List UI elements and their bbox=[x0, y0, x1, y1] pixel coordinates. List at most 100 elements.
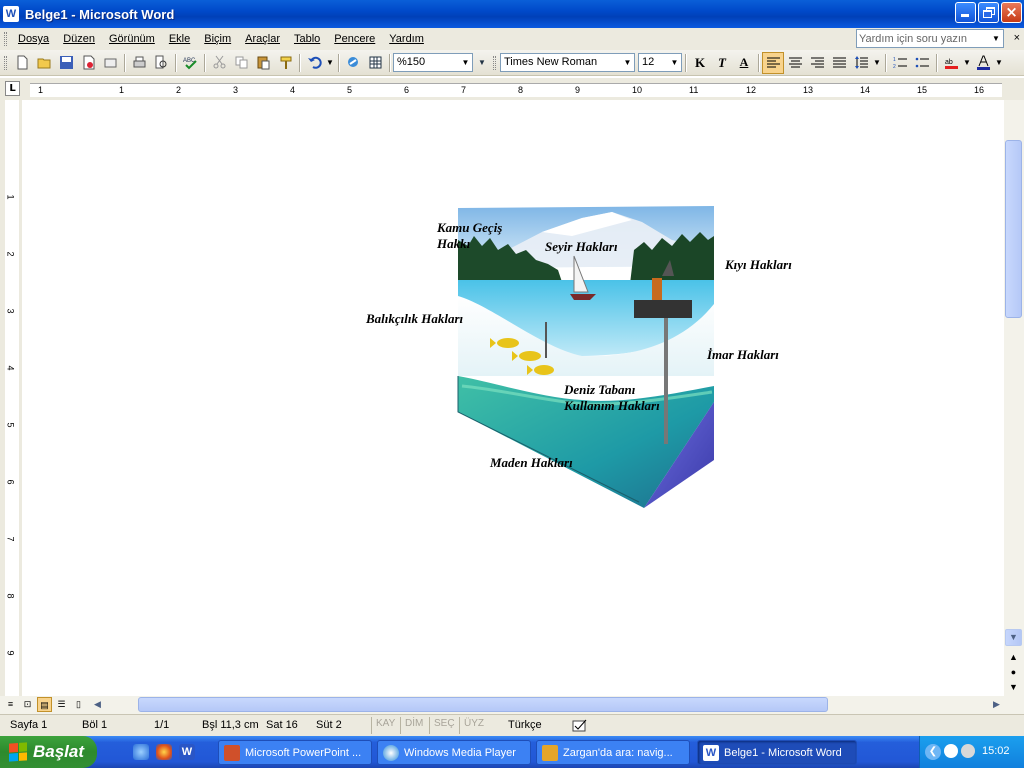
chevron-down-icon[interactable]: ▼ bbox=[621, 54, 634, 71]
toolbar-grip[interactable] bbox=[4, 55, 7, 70]
font-color-button[interactable] bbox=[972, 52, 994, 74]
menu-bar: Dosya Düzen Görünüm Ekle Biçim Araçlar T… bbox=[0, 28, 1024, 50]
scroll-left-button[interactable]: ◀ bbox=[90, 697, 105, 712]
sea-rights-diagram bbox=[457, 206, 714, 508]
minimize-button[interactable] bbox=[955, 2, 976, 23]
zoom-select[interactable]: %150 ▼ bbox=[393, 53, 473, 72]
scroll-right-button[interactable]: ▶ bbox=[989, 697, 1004, 712]
new-document-button[interactable] bbox=[11, 52, 33, 74]
font-name-select[interactable]: Times New Roman ▼ bbox=[500, 53, 635, 72]
paste-button[interactable] bbox=[252, 52, 274, 74]
tab-selector-icon[interactable]: L bbox=[5, 81, 20, 96]
antivirus-icon[interactable] bbox=[944, 744, 958, 758]
bold-button[interactable]: K bbox=[689, 52, 711, 74]
align-center-button[interactable] bbox=[784, 52, 806, 74]
insert-table-button[interactable] bbox=[364, 52, 386, 74]
horizontal-scrollbar[interactable]: ≡ ⊡ ▤ ☰ ▯ ◀ ▶ bbox=[0, 696, 1024, 714]
show-desktop-icon[interactable] bbox=[133, 744, 149, 760]
permission-button[interactable] bbox=[77, 52, 99, 74]
align-left-button[interactable] bbox=[762, 51, 784, 74]
menu-gorunum[interactable]: Görünüm bbox=[102, 33, 162, 45]
menu-grip[interactable] bbox=[4, 32, 7, 46]
vertical-scrollbar[interactable]: ▼ ▲ ● ▼ bbox=[1004, 100, 1024, 696]
menu-dosya[interactable]: Dosya bbox=[11, 33, 56, 45]
menu-yardim[interactable]: Yardım bbox=[382, 33, 431, 45]
ruler-tick-label: 5 bbox=[347, 85, 353, 95]
browser-icon[interactable] bbox=[156, 744, 172, 760]
task-media-player[interactable]: Windows Media Player bbox=[377, 740, 531, 765]
close-document-icon[interactable]: × bbox=[1014, 32, 1020, 44]
volume-icon[interactable] bbox=[961, 744, 975, 758]
spelling-button[interactable]: ABC bbox=[179, 52, 201, 74]
web-layout-view-icon[interactable]: ⊡ bbox=[20, 697, 35, 712]
menu-bicim[interactable]: Biçim bbox=[197, 33, 238, 45]
highlight-dropdown[interactable]: ▼ bbox=[962, 52, 972, 74]
label-imar: İmar Hakları bbox=[707, 347, 779, 362]
vertical-ruler-bar[interactable]: 1 2 3 4 5 6 7 8 9 bbox=[5, 100, 19, 696]
open-button[interactable] bbox=[33, 52, 55, 74]
format-painter-button[interactable] bbox=[274, 52, 296, 74]
restore-button[interactable] bbox=[978, 2, 999, 23]
chevron-down-icon[interactable]: ▼ bbox=[989, 30, 1003, 47]
toolbar-separator bbox=[338, 53, 339, 72]
menu-araclar[interactable]: Araçlar bbox=[238, 33, 287, 45]
ruler-bar[interactable]: 11234567891011121314151617 bbox=[30, 83, 1002, 97]
undo-button[interactable] bbox=[303, 52, 325, 74]
help-search-input[interactable]: Yardım için soru yazın ▼ bbox=[856, 29, 1004, 48]
hyperlink-button[interactable] bbox=[342, 52, 364, 74]
scroll-down-button[interactable]: ▼ bbox=[1005, 629, 1022, 646]
vertical-scroll-thumb[interactable] bbox=[1005, 140, 1022, 318]
task-word[interactable]: W Belge1 - Microsoft Word bbox=[697, 740, 857, 765]
spelling-status-icon[interactable] bbox=[572, 719, 590, 736]
label-kamu-gecis: Kamu Geçiş Hakkı bbox=[437, 220, 503, 251]
extend-selection-indicator[interactable]: SEÇ bbox=[429, 717, 459, 734]
line-spacing-dropdown[interactable]: ▼ bbox=[872, 52, 882, 74]
email-button[interactable] bbox=[99, 52, 121, 74]
save-button[interactable] bbox=[55, 52, 77, 74]
task-zargan[interactable]: Zargan'da ara: navig... bbox=[536, 740, 690, 765]
justify-button[interactable] bbox=[828, 52, 850, 74]
chevron-down-icon[interactable]: ▼ bbox=[459, 54, 472, 71]
font-color-dropdown[interactable]: ▼ bbox=[994, 52, 1004, 74]
line-spacing-button[interactable] bbox=[850, 52, 872, 74]
record-macro-indicator[interactable]: KAY bbox=[371, 717, 399, 734]
document-page[interactable]: Kamu Geçiş Hakkı Seyir Hakları Kıyı Hakl… bbox=[22, 100, 1004, 696]
toolbar-options-button[interactable]: ▼ bbox=[475, 52, 489, 74]
print-button[interactable] bbox=[128, 52, 150, 74]
menu-ekle[interactable]: Ekle bbox=[162, 33, 197, 45]
horizontal-scroll-thumb[interactable] bbox=[138, 697, 828, 712]
outline-view-icon[interactable]: ☰ bbox=[54, 697, 69, 712]
align-right-button[interactable] bbox=[806, 52, 828, 74]
menu-tablo[interactable]: Tablo bbox=[287, 33, 327, 45]
italic-button[interactable]: T bbox=[711, 52, 733, 74]
underline-button[interactable]: A bbox=[733, 52, 755, 74]
copy-button[interactable] bbox=[230, 52, 252, 74]
overtype-indicator[interactable]: ÜYZ bbox=[459, 717, 488, 734]
start-button[interactable]: Başlat bbox=[0, 736, 97, 768]
bullets-button[interactable] bbox=[911, 52, 933, 74]
word-quicklaunch-icon[interactable]: W bbox=[179, 744, 195, 760]
reading-layout-view-icon[interactable]: ▯ bbox=[71, 697, 86, 712]
toolbar-separator bbox=[936, 53, 937, 72]
highlight-button[interactable]: ab bbox=[940, 52, 962, 74]
word-app-icon[interactable]: W bbox=[3, 6, 19, 22]
chevron-down-icon[interactable]: ▼ bbox=[668, 54, 681, 71]
menu-pencere[interactable]: Pencere bbox=[327, 33, 382, 45]
numbering-button[interactable]: 12 bbox=[889, 52, 911, 74]
undo-dropdown[interactable]: ▼ bbox=[325, 52, 335, 74]
tray-expand-icon[interactable]: ❮ bbox=[925, 744, 941, 760]
menu-duzen[interactable]: Düzen bbox=[56, 33, 102, 45]
print-preview-button[interactable] bbox=[150, 52, 172, 74]
toolbar-grip[interactable] bbox=[493, 55, 496, 70]
close-button[interactable]: × bbox=[1001, 2, 1022, 23]
task-powerpoint[interactable]: Microsoft PowerPoint ... bbox=[218, 740, 372, 765]
normal-view-icon[interactable]: ≡ bbox=[3, 697, 18, 712]
font-size-select[interactable]: 12 ▼ bbox=[638, 53, 682, 72]
clock[interactable]: 15:02 bbox=[982, 745, 1010, 757]
status-language[interactable]: Türkçe bbox=[508, 719, 542, 731]
track-changes-indicator[interactable]: DİM bbox=[400, 717, 427, 734]
print-layout-view-icon[interactable]: ▤ bbox=[37, 697, 52, 712]
vertical-ruler-tick-label: 5 bbox=[5, 422, 16, 428]
next-page-button[interactable]: ▼ bbox=[1005, 679, 1022, 696]
cut-button[interactable] bbox=[208, 52, 230, 74]
